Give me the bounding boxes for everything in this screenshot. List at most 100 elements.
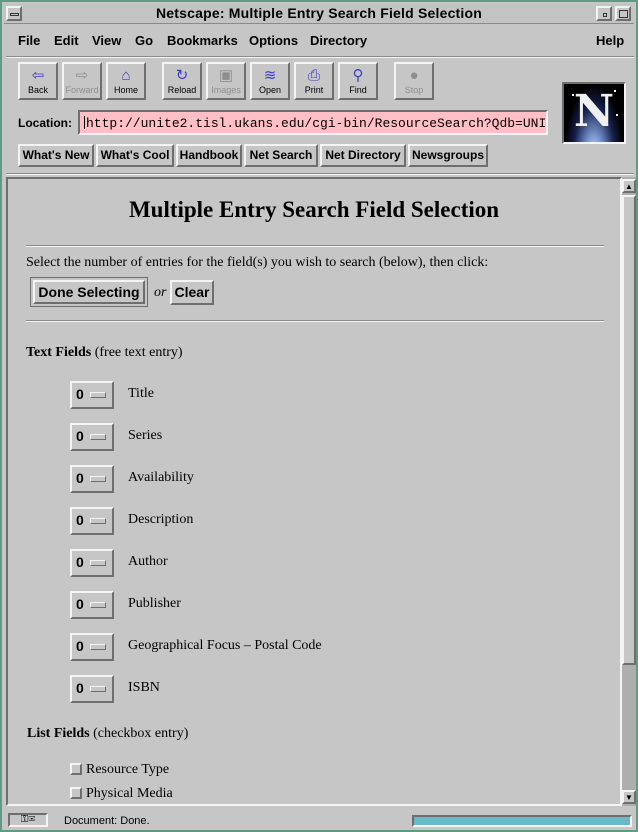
entry-count-value: 0 xyxy=(76,638,84,654)
entry-count-select[interactable]: 0 xyxy=(70,549,114,577)
binoculars-icon: ⚲ xyxy=(352,67,364,84)
netscape-n-icon: N xyxy=(573,86,615,137)
maximize-button[interactable] xyxy=(615,6,631,21)
physical-media-checkbox[interactable] xyxy=(70,787,82,799)
field-label: Description xyxy=(128,512,194,527)
list-fields-heading: List Fields (checkbox entry) xyxy=(27,726,188,742)
text-field-row: 0 Publisher xyxy=(70,591,570,619)
field-label: Author xyxy=(128,554,168,569)
list-field-row: Resource Type xyxy=(70,762,370,780)
stop-icon: ● xyxy=(409,67,419,84)
menu-file[interactable]: File xyxy=(18,33,40,48)
images-icon: ▣ xyxy=(218,67,234,84)
option-indicator-icon xyxy=(90,686,106,692)
entry-count-select[interactable]: 0 xyxy=(70,633,114,661)
menu-bookmarks[interactable]: Bookmarks xyxy=(167,33,238,48)
checkbox-label: Physical Media xyxy=(86,786,173,801)
option-indicator-icon xyxy=(90,560,106,566)
menu-bar: File Edit View Go Bookmarks Options Dire… xyxy=(6,30,634,54)
text-field-row: 0 Title xyxy=(70,381,570,409)
home-label: Home xyxy=(113,85,138,95)
horizontal-rule xyxy=(26,320,604,322)
title-bar: Netscape: Multiple Entry Search Field Se… xyxy=(4,4,634,24)
list-fields-title: List Fields xyxy=(27,726,90,741)
menu-help[interactable]: Help xyxy=(596,33,624,48)
location-url: http://unite2.tisl.ukans.edu/cgi-bin/Res… xyxy=(86,116,547,131)
forward-arrow-icon: ⇨ xyxy=(75,67,89,84)
print-button[interactable]: ⎙ Print xyxy=(294,62,334,100)
text-field-row: 0 Availability xyxy=(70,465,570,493)
images-label: Images xyxy=(211,85,241,95)
minimize-button[interactable] xyxy=(596,6,612,21)
handbook-button[interactable]: Handbook xyxy=(176,144,242,167)
text-fields-heading: Text Fields (free text entry) xyxy=(26,345,183,361)
progress-bar xyxy=(412,815,632,827)
text-fields-note: (free text entry) xyxy=(94,345,183,360)
entry-count-select[interactable]: 0 xyxy=(70,675,114,703)
find-label: Find xyxy=(349,85,367,95)
entry-count-select[interactable]: 0 xyxy=(70,381,114,409)
menu-view[interactable]: View xyxy=(92,33,121,48)
images-button[interactable]: ▣ Images xyxy=(206,62,246,100)
menu-directory[interactable]: Directory xyxy=(310,33,367,48)
find-button[interactable]: ⚲ Find xyxy=(338,62,378,100)
whats-cool-button[interactable]: What's Cool xyxy=(96,144,174,167)
list-fields-note: (checkbox entry) xyxy=(93,726,189,741)
clear-button[interactable]: Clear xyxy=(170,280,214,305)
text-field-row: 0 Author xyxy=(70,549,570,577)
menu-go[interactable]: Go xyxy=(135,33,153,48)
reload-icon: ↻ xyxy=(175,67,189,84)
home-button[interactable]: ⌂ Home xyxy=(106,62,146,100)
security-key-icon[interactable]: ⚿✉ xyxy=(8,813,48,827)
entry-count-value: 0 xyxy=(76,596,84,612)
done-selecting-button[interactable]: Done Selecting xyxy=(30,277,148,307)
horizontal-rule xyxy=(26,245,604,247)
option-indicator-icon xyxy=(90,644,106,650)
entry-count-select[interactable]: 0 xyxy=(70,507,114,535)
scrollbar-thumb[interactable] xyxy=(622,195,636,665)
option-indicator-icon xyxy=(90,518,106,524)
option-indicator-icon xyxy=(90,392,106,398)
entry-count-select[interactable]: 0 xyxy=(70,423,114,451)
newsgroups-button[interactable]: Newsgroups xyxy=(408,144,488,167)
entry-count-select[interactable]: 0 xyxy=(70,465,114,493)
vertical-scrollbar[interactable]: ▲ ▼ xyxy=(622,177,636,806)
menu-edit[interactable]: Edit xyxy=(54,33,79,48)
scroll-down-arrow-icon[interactable]: ▼ xyxy=(622,790,636,804)
entry-count-value: 0 xyxy=(76,470,84,486)
net-search-button[interactable]: Net Search xyxy=(244,144,318,167)
location-input[interactable]: http://unite2.tisl.ukans.edu/cgi-bin/Res… xyxy=(78,110,548,135)
entry-count-value: 0 xyxy=(76,554,84,570)
print-label: Print xyxy=(304,85,324,95)
status-text: Document: Done. xyxy=(64,815,150,827)
whats-new-button[interactable]: What's New xyxy=(18,144,94,167)
done-selecting-label: Done Selecting xyxy=(33,280,145,304)
entry-count-value: 0 xyxy=(76,386,84,402)
back-button[interactable]: ⇦ Back xyxy=(18,62,58,100)
open-button[interactable]: ≋ Open xyxy=(250,62,290,100)
toolbar-divider xyxy=(6,173,634,175)
text-field-row: 0 Geographical Focus – Postal Code xyxy=(70,633,570,661)
menu-options[interactable]: Options xyxy=(249,33,298,48)
stop-button[interactable]: ● Stop xyxy=(394,62,434,100)
text-field-row: 0 Series xyxy=(70,423,570,451)
netscape-logo[interactable]: N xyxy=(562,82,626,144)
window-title: Netscape: Multiple Entry Search Field Se… xyxy=(155,5,483,21)
menubar-divider xyxy=(6,56,634,58)
field-label: Publisher xyxy=(128,596,181,611)
stop-label: Stop xyxy=(404,85,424,95)
field-label: Title xyxy=(128,386,154,401)
field-label: Series xyxy=(128,428,163,443)
resource-type-checkbox[interactable] xyxy=(70,763,82,775)
home-icon: ⌂ xyxy=(121,67,131,84)
status-bar: ⚿✉ Document: Done. xyxy=(6,812,634,830)
forward-button[interactable]: ⇨ Forward xyxy=(62,62,102,100)
scroll-up-arrow-icon[interactable]: ▲ xyxy=(622,179,636,193)
option-indicator-icon xyxy=(90,434,106,440)
or-text: or xyxy=(154,285,167,300)
entry-count-select[interactable]: 0 xyxy=(70,591,114,619)
maximize-icon xyxy=(619,10,628,18)
reload-button[interactable]: ↻ Reload xyxy=(162,62,202,100)
text-caret xyxy=(84,116,85,129)
net-directory-button[interactable]: Net Directory xyxy=(320,144,406,167)
